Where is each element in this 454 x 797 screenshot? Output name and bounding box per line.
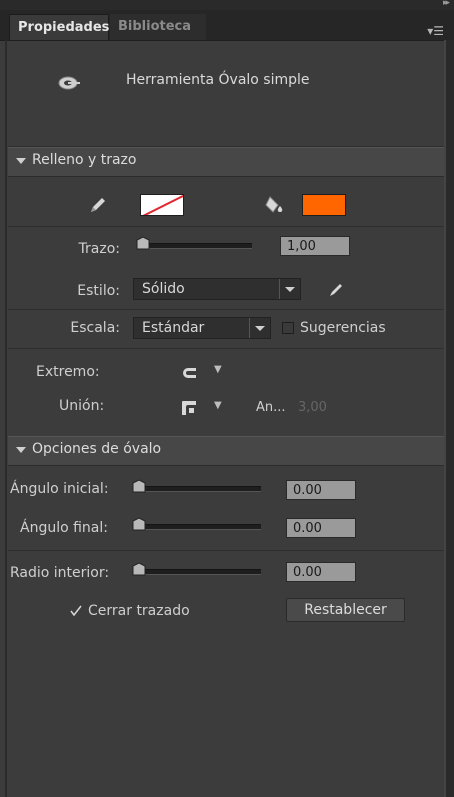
escala-label: Escala: xyxy=(70,320,120,336)
escala-select[interactable]: Estándar xyxy=(133,317,271,339)
tab-propiedades[interactable]: Propiedades xyxy=(9,14,109,40)
chevron-down-icon xyxy=(249,318,270,338)
union-dropdown-icon[interactable]: ▼ xyxy=(214,400,222,411)
end-angle-slider-track[interactable] xyxy=(137,524,261,530)
panel-border-right xyxy=(446,40,454,797)
end-angle-input[interactable]: 0.00 xyxy=(286,518,356,538)
start-angle-input[interactable]: 0.00 xyxy=(286,480,356,500)
divider xyxy=(8,348,444,349)
edit-stroke-style-pencil-icon[interactable] xyxy=(327,281,345,299)
inner-radius-slider-track[interactable] xyxy=(137,569,261,575)
divider xyxy=(8,309,444,310)
estilo-value: Sólido xyxy=(142,281,185,297)
sugerencias-label: Sugerencias xyxy=(300,320,386,336)
tool-header: Herramienta Óvalo simple xyxy=(8,40,444,147)
section-relleno-y-trazo[interactable]: Relleno y trazo xyxy=(8,147,444,177)
cap-round-icon[interactable] xyxy=(180,365,198,381)
union-label: Unión: xyxy=(59,398,105,414)
trazo-input[interactable]: 1,00 xyxy=(280,236,350,256)
start-angle-label: Ángulo inicial: xyxy=(10,481,109,497)
inner-radius-input[interactable]: 0.00 xyxy=(286,562,356,582)
trazo-slider-thumb[interactable] xyxy=(136,236,150,250)
fill-color-swatch[interactable] xyxy=(302,194,346,216)
section-expand-icon xyxy=(16,158,26,164)
extremo-label: Extremo: xyxy=(36,364,100,380)
estilo-select[interactable]: Sólido xyxy=(133,278,301,300)
panel-border-left xyxy=(5,40,7,797)
divider xyxy=(8,550,444,551)
close-path-checkbox[interactable] xyxy=(70,605,82,617)
estilo-label: Estilo: xyxy=(77,283,120,299)
panel-border-right-inner xyxy=(444,40,446,797)
panel-tabs: Propiedades Biblioteca ▾☰ xyxy=(0,10,454,41)
start-angle-slider-thumb[interactable] xyxy=(132,479,146,493)
checkmark-icon xyxy=(70,605,82,617)
escala-value: Estándar xyxy=(142,320,205,336)
start-angle-slider-track[interactable] xyxy=(137,486,261,492)
extremo-dropdown-icon[interactable]: ▼ xyxy=(214,364,222,375)
section-title: Opciones de óvalo xyxy=(32,441,162,457)
inner-radius-slider-thumb[interactable] xyxy=(132,562,146,576)
miter-label: An... xyxy=(256,400,286,415)
section-expand-icon xyxy=(16,447,26,453)
stroke-color-swatch[interactable] xyxy=(140,194,184,216)
restablecer-button[interactable]: Restablecer xyxy=(286,598,405,622)
sugerencias-checkbox[interactable] xyxy=(282,322,294,334)
pencil-stroke-color-icon xyxy=(91,198,105,212)
paint-bucket-fill-color-icon xyxy=(265,196,283,213)
chevron-down-icon xyxy=(279,279,300,299)
collapse-panel-icon[interactable]: ▸▸ xyxy=(443,0,450,8)
miter-value: 3,00 xyxy=(298,400,327,415)
oval-tool-icon xyxy=(58,76,80,90)
divider xyxy=(8,226,444,227)
panel-title-bar: ▸▸ xyxy=(0,0,454,10)
trazo-slider-track[interactable] xyxy=(140,243,252,249)
inner-radius-label: Radio interior: xyxy=(10,565,110,581)
section-title: Relleno y trazo xyxy=(32,152,137,168)
tab-biblioteca[interactable]: Biblioteca xyxy=(110,14,206,40)
section-opciones-de-ovalo[interactable]: Opciones de óvalo xyxy=(8,436,444,466)
end-angle-slider-thumb[interactable] xyxy=(132,517,146,531)
trazo-label: Trazo: xyxy=(78,241,120,257)
close-path-label: Cerrar trazado xyxy=(88,603,190,619)
tool-title: Herramienta Óvalo simple xyxy=(126,72,310,88)
end-angle-label: Ángulo final: xyxy=(20,520,108,536)
join-miter-icon[interactable] xyxy=(180,399,198,417)
panel-menu-icon[interactable]: ▾☰ xyxy=(427,24,444,38)
